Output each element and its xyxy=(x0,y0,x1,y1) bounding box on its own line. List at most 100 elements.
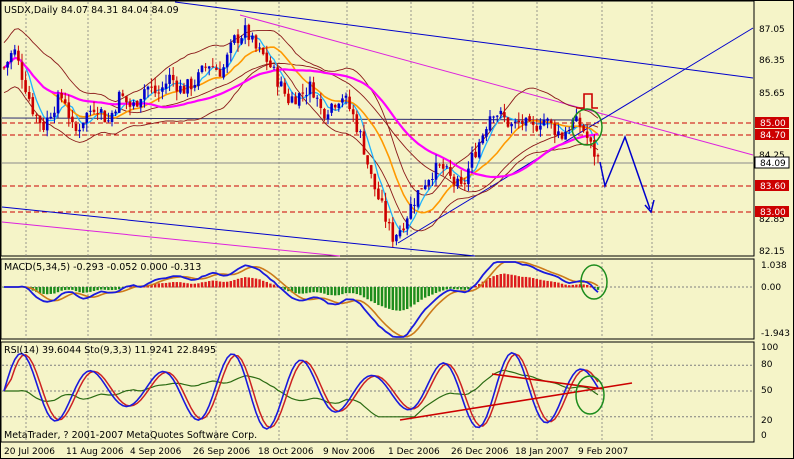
macd-histogram-bar xyxy=(247,277,250,288)
macd-histogram-bar xyxy=(373,287,376,303)
price-candles xyxy=(2,18,600,248)
candle-body xyxy=(13,49,17,55)
macd-histogram-bar xyxy=(517,276,520,288)
price-axis-label: 82.15 xyxy=(759,247,785,257)
macd-axis-label: -1.943 xyxy=(761,329,790,339)
macd-histogram-bar xyxy=(316,287,319,293)
macd-histogram-bar xyxy=(42,287,45,294)
candle-body xyxy=(99,109,103,113)
macd-histogram-bar xyxy=(366,287,369,300)
macd-histogram-bar xyxy=(424,287,427,298)
candle-body xyxy=(146,86,150,90)
macd-histogram-bar xyxy=(582,284,585,288)
rsi-axis-label: 100 xyxy=(761,343,778,353)
candle-body xyxy=(20,62,24,80)
macd-histogram-bar xyxy=(107,287,110,291)
macd-histogram-bar xyxy=(539,279,542,288)
candle-body xyxy=(535,125,539,131)
candle-body xyxy=(161,87,164,92)
trendline xyxy=(1,221,341,257)
candle-body xyxy=(279,81,283,87)
candle-body xyxy=(153,85,157,94)
macd-histogram-bar xyxy=(251,277,254,288)
macd-histogram-bar xyxy=(182,282,186,288)
candle-body xyxy=(351,109,355,115)
candle-body xyxy=(557,131,560,135)
candle-body xyxy=(355,114,359,133)
candle-body xyxy=(506,117,510,127)
candle-body xyxy=(423,185,427,190)
candle-body xyxy=(96,113,99,115)
candle-body xyxy=(110,112,114,123)
candle-body xyxy=(456,178,459,187)
macd-histogram-bar xyxy=(550,281,553,288)
candle-body xyxy=(186,79,189,94)
candle-body xyxy=(510,123,513,127)
candle-body xyxy=(81,122,85,129)
candle-body xyxy=(164,83,168,89)
candle-body xyxy=(488,116,492,131)
candle-body xyxy=(391,222,395,242)
macd-histogram-bar xyxy=(168,282,171,288)
macd-histogram-bar xyxy=(463,287,466,290)
candle-body xyxy=(49,116,53,119)
candle-body xyxy=(67,102,71,118)
macd-histogram-bar xyxy=(535,279,538,288)
forecast-path xyxy=(599,134,651,210)
macd-histogram-bar xyxy=(442,287,445,291)
candle-body xyxy=(117,91,121,113)
macd-histogram-bar xyxy=(370,287,373,302)
candle-body xyxy=(323,108,326,119)
candle-body xyxy=(297,93,301,106)
time-axis-label: 26 Dec 2006 xyxy=(451,447,509,457)
candle-body xyxy=(71,116,74,123)
rsi-axis-label: 80 xyxy=(761,360,773,370)
candle-body xyxy=(499,110,503,115)
macd-histogram-bar xyxy=(49,287,52,294)
grid xyxy=(25,2,653,442)
trendline xyxy=(174,1,754,79)
candle-body xyxy=(265,52,269,62)
candle-body xyxy=(218,69,222,77)
candle-body xyxy=(114,111,117,114)
macd-histogram-bar xyxy=(388,287,391,309)
rsi-line xyxy=(4,369,599,418)
candle-body xyxy=(348,96,351,110)
candle-body xyxy=(9,53,13,63)
candle-body xyxy=(377,188,380,200)
macd-histogram-bar xyxy=(89,287,92,292)
candle-body xyxy=(261,47,265,55)
trendline xyxy=(239,14,754,156)
macd-histogram-bar xyxy=(431,287,434,295)
candle-body xyxy=(229,42,233,53)
candle-body xyxy=(384,200,387,222)
macd-histogram-bar xyxy=(575,284,578,288)
macd-histogram-bar xyxy=(496,274,499,288)
candle-body xyxy=(485,129,488,137)
price-axis: 87.0586.3585.6584.9584.2583.5582.8582.15… xyxy=(754,25,790,441)
macd-histogram-bar xyxy=(514,275,517,288)
candle-body xyxy=(233,35,236,43)
macd-histogram-bar xyxy=(71,287,74,290)
candle-body xyxy=(503,112,506,118)
candle-body xyxy=(74,123,78,131)
candle-body xyxy=(416,190,420,207)
macd-histogram-bar xyxy=(262,280,265,288)
candle-body xyxy=(207,66,211,69)
macd-histogram-bar xyxy=(240,277,243,288)
candle-body xyxy=(283,82,287,94)
candle-body xyxy=(387,222,391,224)
candle-body xyxy=(463,183,467,185)
macd-histogram-bar xyxy=(546,280,549,288)
chart-area[interactable]: 87.0586.3585.6584.9584.2583.5582.8582.15… xyxy=(0,0,794,459)
candle-body xyxy=(521,120,524,124)
candle-body xyxy=(103,110,107,123)
macd-histogram-bar xyxy=(157,283,160,288)
candle-body xyxy=(189,78,193,90)
macd-histogram-bar xyxy=(344,287,348,294)
candle-body xyxy=(204,66,207,68)
candle-body xyxy=(546,118,549,121)
macd-histogram-bar xyxy=(92,287,96,291)
candle-body xyxy=(53,112,56,118)
candle-body xyxy=(409,204,413,219)
